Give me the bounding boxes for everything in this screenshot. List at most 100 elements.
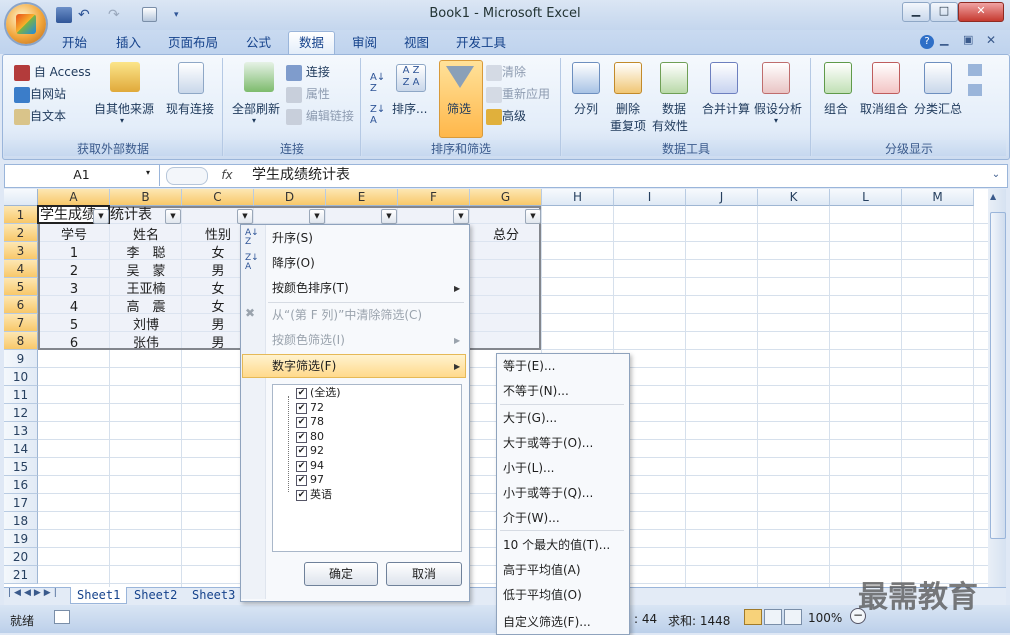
submenu-item[interactable]: 10 个最大的值(T)... [503,535,610,555]
row-header-4[interactable]: 4 [4,260,38,278]
filter-list-item[interactable]: 80 [310,430,324,444]
workbook-close-icon[interactable]: ✕ [986,33,996,47]
row-header-8[interactable]: 8 [4,332,38,350]
table-cell[interactable]: 王亚楠 [110,281,182,299]
tab-insert[interactable]: 插入 [106,32,151,54]
row-header-21[interactable]: 21 [4,566,38,584]
column-header-m[interactable]: M [902,189,974,206]
table-cell[interactable]: 吴 蒙 [110,263,182,281]
submenu-item[interactable]: 等于(E)... [503,356,555,376]
row-header-17[interactable]: 17 [4,494,38,512]
filter-list-item[interactable]: 英语 [310,488,332,502]
table-cell[interactable]: 1 [38,245,110,263]
submenu-item[interactable]: 小于(L)... [503,458,555,478]
sheet-tab-1[interactable]: Sheet1 [70,587,128,604]
sheet-nav-icon[interactable]: |◀◀▶▶| [8,588,60,598]
row-header-5[interactable]: 5 [4,278,38,296]
ribbon-minimize-icon[interactable]: ▁ [940,33,948,46]
macro-record-icon[interactable] [54,610,70,624]
row-header-14[interactable]: 14 [4,440,38,458]
tab-view[interactable]: 视图 [394,32,439,54]
row-header-19[interactable]: 19 [4,530,38,548]
filter-dropdown-a[interactable]: ▼ [93,209,109,224]
consolidate-button[interactable]: 合并计算 [702,100,750,117]
checkbox[interactable]: ✔ [296,431,307,443]
ribbon-restore-icon[interactable]: ▣ [963,33,973,46]
cancel-button[interactable]: 取消 [386,562,462,586]
subtotal-button[interactable]: 分类汇总 [914,100,962,117]
row-header-10[interactable]: 10 [4,368,38,386]
checkbox[interactable]: ✔ [296,475,307,486]
row-header-16[interactable]: 16 [4,476,38,494]
data-validation-button[interactable]: 数据 [662,100,686,117]
row-header-6[interactable]: 6 [4,296,38,314]
properties-button[interactable]: 属性 [286,85,330,103]
reapply-button[interactable]: 重新应用 [486,85,550,103]
table-cell[interactable]: 6 [38,335,110,353]
refresh-all-button[interactable]: 全部刷新 [232,100,280,117]
row-header-11[interactable]: 11 [4,386,38,404]
checkbox[interactable]: ✔ [296,388,307,399]
close-button[interactable]: ✕ [958,2,1004,22]
filter-dropdown-b[interactable]: ▼ [165,209,181,224]
column-header-l[interactable]: L [830,189,902,206]
tab-review[interactable]: 审阅 [342,32,387,54]
table-cell[interactable]: 高 震 [110,299,182,317]
from-access-button[interactable]: 自 Access [14,63,91,81]
zoom-level[interactable]: 100% [808,611,842,625]
what-if-button[interactable]: 假设分析 [754,100,802,117]
sheet-tab-2[interactable]: Sheet2 [128,587,183,603]
submenu-item[interactable]: 低于平均值(O) [503,585,582,605]
connections-button[interactable]: 连接 [286,63,330,81]
help-icon[interactable]: ? [920,35,934,49]
clear-button[interactable]: 清除 [486,63,526,81]
column-header-b[interactable]: B [110,189,182,206]
checkbox[interactable]: ✔ [296,489,307,501]
row-header-2[interactable]: 2 [4,224,38,242]
filter-list-item[interactable]: 78 [310,415,324,429]
table-cell[interactable]: 2 [38,263,110,281]
insert-function-icon[interactable]: fx [212,164,242,186]
submenu-item[interactable]: 大于(G)... [503,408,557,428]
row-header-7[interactable]: 7 [4,314,38,332]
from-text-button[interactable]: 自文本 [14,107,66,125]
remove-duplicates-button[interactable]: 删除 [616,100,640,117]
tab-formulas[interactable]: 公式 [236,32,281,54]
row-header-13[interactable]: 13 [4,422,38,440]
maximize-button[interactable]: □ [930,2,958,22]
tab-data[interactable]: 数据 [288,31,336,54]
filter-dropdown-f[interactable]: ▼ [453,209,469,224]
filter-list-item[interactable]: 92 [310,444,324,458]
name-box[interactable]: A1 [4,164,160,186]
submenu-item[interactable]: 高于平均值(A) [503,560,581,580]
menu-filter-by-color[interactable]: 按颜色筛选(I) [272,329,345,351]
expand-formula-icon[interactable]: ⌄ [988,166,1004,184]
column-header-a[interactable]: A [38,189,110,206]
checkbox[interactable]: ✔ [296,417,307,428]
column-header-g[interactable]: G [470,189,542,206]
sort-button[interactable]: 排序... [392,100,427,117]
text-to-columns-button[interactable]: 分列 [574,100,598,117]
column-header-f[interactable]: F [398,189,470,206]
filter-dropdown-e[interactable]: ▼ [381,209,397,224]
chevron-down-icon[interactable]: ▾ [146,168,150,177]
table-cell[interactable]: 李 聪 [110,245,182,263]
checkbox[interactable]: ✔ [296,460,307,472]
submenu-item[interactable]: 大于或等于(O)... [503,433,593,453]
filter-dropdown-g[interactable]: ▼ [525,209,541,224]
row-header-15[interactable]: 15 [4,458,38,476]
vertical-scroll-thumb[interactable] [990,212,1006,539]
sort-za-icon[interactable]: Z↓ A [370,104,385,126]
column-header-h[interactable]: H [542,189,614,206]
advanced-button[interactable]: 高级 [486,107,526,125]
table-cell[interactable]: 4 [38,299,110,317]
row-header-9[interactable]: 9 [4,350,38,368]
filter-dropdown-d[interactable]: ▼ [309,209,325,224]
checkbox[interactable]: ✔ [296,402,307,414]
formula-value[interactable]: 学生成绩统计表 [252,164,350,186]
submenu-item[interactable]: 小于或等于(Q)... [503,483,593,503]
column-header-d[interactable]: D [254,189,326,206]
cell-a1[interactable]: 学生成绩 [40,206,96,224]
from-web-button[interactable]: 自网站 [14,85,66,103]
formula-bar-divider[interactable] [166,167,208,185]
